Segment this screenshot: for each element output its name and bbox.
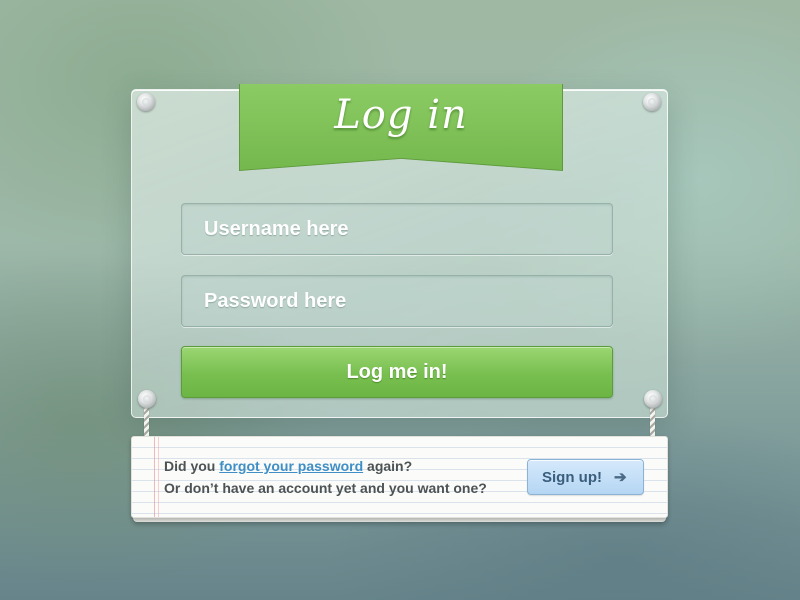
signup-label: Sign up! — [542, 468, 602, 486]
password-input[interactable] — [181, 275, 613, 327]
login-button[interactable]: Log me in! — [181, 346, 613, 398]
forgot-password-link[interactable]: forgot your password — [219, 458, 363, 474]
screw-icon — [644, 390, 662, 408]
forgot-suffix: again? — [363, 458, 413, 474]
forgot-prefix: Did you — [164, 458, 220, 474]
signup-button[interactable]: Sign up! ➔ — [527, 459, 644, 495]
arrow-right-icon: ➔ — [614, 469, 627, 486]
screw-icon — [137, 93, 155, 111]
screw-icon — [138, 390, 156, 408]
forgot-password-line: Did you forgot your password again? — [164, 458, 412, 474]
no-account-line: Or don’t have an account yet and you wan… — [164, 480, 487, 496]
username-input[interactable] — [181, 203, 613, 255]
page-title: Log in — [334, 92, 468, 138]
screw-icon — [643, 93, 661, 111]
